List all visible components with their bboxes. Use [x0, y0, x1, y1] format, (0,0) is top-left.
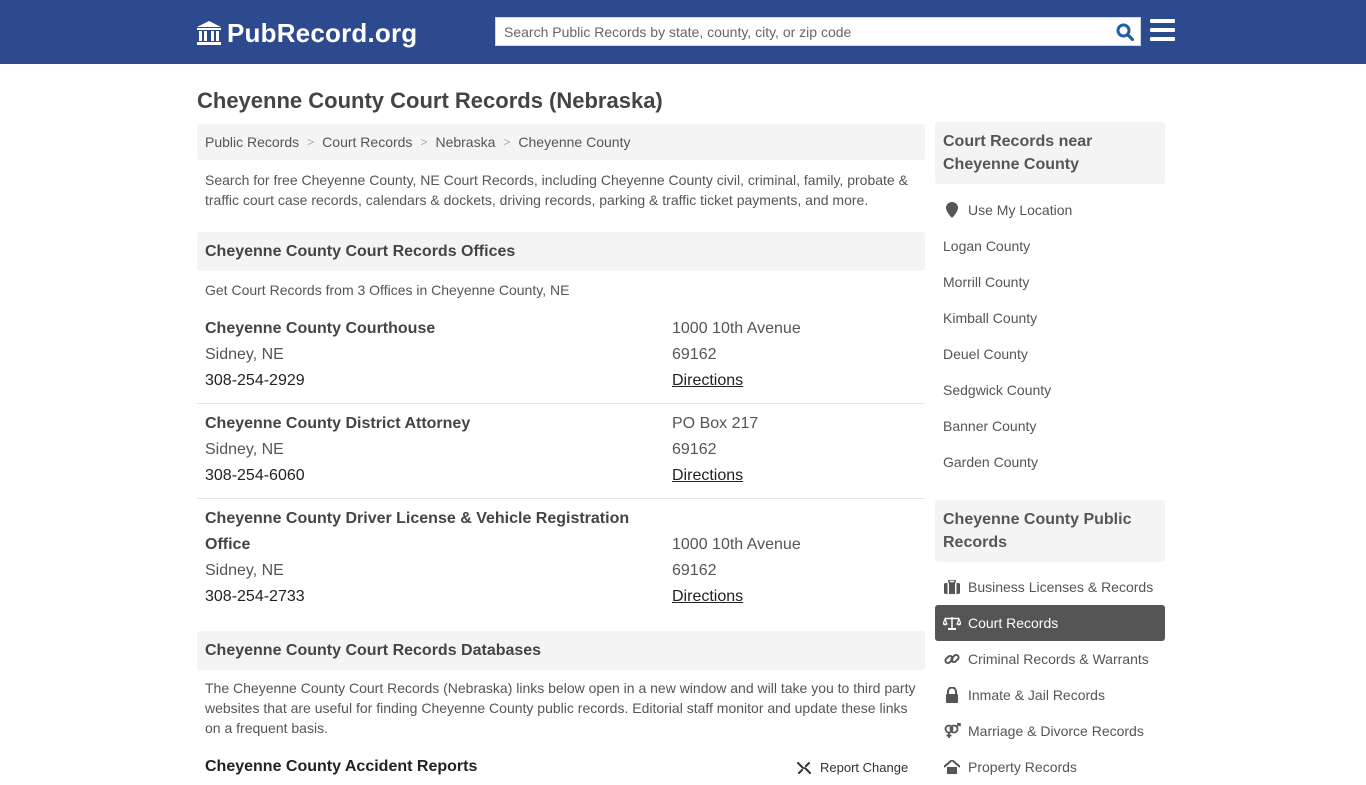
breadcrumb: Public Records > Court Records > Nebrask…: [197, 124, 925, 160]
breadcrumb-separator: >: [503, 135, 511, 149]
office-address: 1000 10th Avenue: [672, 536, 801, 553]
hamburger-menu-button[interactable]: [1150, 19, 1175, 43]
sidebar-item-label: Property Records: [968, 759, 1077, 775]
office-item: Cheyenne County District Attorney Sidney…: [197, 411, 925, 499]
breadcrumb-separator: >: [420, 135, 428, 149]
search-icon: [1116, 23, 1134, 41]
databases-section-heading: Cheyenne County Court Records Databases: [197, 631, 925, 670]
intro-text: Search for free Cheyenne County, NE Cour…: [205, 172, 908, 208]
sidebar-item-label: Inmate & Jail Records: [968, 687, 1105, 703]
sidebar-item-marriage-records[interactable]: Marriage & Divorce Records: [935, 713, 1165, 749]
sidebar-item-business-licenses[interactable]: Business Licenses & Records: [935, 569, 1165, 605]
use-my-location-link[interactable]: Use My Location: [935, 192, 1165, 228]
search-input[interactable]: [496, 18, 1110, 45]
hamburger-bar: [1150, 37, 1175, 41]
search-box: [495, 17, 1141, 46]
office-address-block: PO Box 217 69162 Directions: [672, 411, 758, 489]
site-logo[interactable]: PubRecord.org: [195, 17, 417, 49]
public-records-heading: Cheyenne County Public Records: [935, 500, 1165, 562]
office-item: Cheyenne County Courthouse Sidney, NE 30…: [197, 316, 925, 404]
lock-icon: [943, 686, 961, 704]
sidebar-item-label: Business Licenses & Records: [968, 579, 1154, 595]
office-name: Cheyenne County Courthouse: [205, 320, 436, 337]
nearby-county-link[interactable]: Sedgwick County: [935, 372, 1165, 408]
nearby-county-link[interactable]: Banner County: [935, 408, 1165, 444]
use-my-location-label: Use My Location: [968, 202, 1073, 218]
office-phone: 308-254-2733: [205, 588, 305, 605]
sidebar-item-label: Marriage & Divorce Records: [968, 723, 1144, 739]
office-zip: 69162: [672, 562, 717, 579]
top-navbar: PubRecord.org: [0, 0, 1366, 64]
offices-section-heading: Cheyenne County Court Records Offices: [197, 232, 925, 271]
office-details: Cheyenne County Courthouse Sidney, NE 30…: [205, 316, 655, 394]
sidebar-item-label: Criminal Records & Warrants: [968, 651, 1149, 667]
breadcrumb-court-records[interactable]: Court Records: [322, 134, 412, 150]
venus-mars-icon: [943, 722, 961, 740]
office-city: Sidney, NE: [205, 441, 284, 458]
hamburger-bar: [1150, 28, 1175, 32]
nearby-county-link[interactable]: Logan County: [935, 228, 1165, 264]
hamburger-menu-icon: [1150, 19, 1175, 23]
directions-link[interactable]: Directions: [672, 463, 758, 489]
nearby-county-link[interactable]: Deuel County: [935, 336, 1165, 372]
office-city: Sidney, NE: [205, 562, 284, 579]
sidebar-item-court-records[interactable]: Court Records: [935, 605, 1165, 641]
office-name: Cheyenne County Driver License & Vehicle…: [205, 510, 630, 553]
directions-link[interactable]: Directions: [672, 368, 801, 394]
page-title: Cheyenne County Court Records (Nebraska): [197, 88, 663, 113]
breadcrumb-public-records[interactable]: Public Records: [205, 134, 299, 150]
office-phone: 308-254-2929: [205, 372, 305, 389]
search-button[interactable]: [1110, 18, 1140, 45]
balance-scale-icon: [943, 614, 961, 632]
databases-description: The Cheyenne County Court Records (Nebra…: [205, 680, 916, 736]
office-address-block: 1000 10th Avenue 69162 Directions: [672, 316, 801, 394]
database-item-title[interactable]: Cheyenne County Accident Reports: [205, 758, 477, 776]
breadcrumb-cheyenne-county[interactable]: Cheyenne County: [518, 134, 630, 150]
office-name: Cheyenne County District Attorney: [205, 415, 471, 432]
office-zip: 69162: [672, 441, 717, 458]
sidebar-item-criminal-records[interactable]: Criminal Records & Warrants: [935, 641, 1165, 677]
nearby-county-link[interactable]: Morrill County: [935, 264, 1165, 300]
office-address: 1000 10th Avenue: [672, 320, 801, 337]
office-address: PO Box 217: [672, 415, 759, 432]
link-icon: [943, 650, 961, 668]
nearby-county-link[interactable]: Garden County: [935, 444, 1165, 480]
offices-subtitle: Get Court Records from 3 Offices in Chey…: [205, 282, 570, 298]
courthouse-icon: [197, 21, 221, 45]
home-icon: [943, 758, 961, 776]
office-zip: 69162: [672, 346, 717, 363]
sidebar-item-label: Court Records: [968, 615, 1059, 631]
office-details: Cheyenne County Driver License & Vehicle…: [205, 506, 645, 610]
sidebar-item-inmate-records[interactable]: Inmate & Jail Records: [935, 677, 1165, 713]
office-address-block: 1000 10th Avenue 69162 Directions: [672, 532, 801, 610]
nearby-heading: Court Records near Cheyenne County: [935, 122, 1165, 184]
breadcrumb-separator: >: [307, 135, 315, 149]
office-details: Cheyenne County District Attorney Sidney…: [205, 411, 655, 489]
office-city: Sidney, NE: [205, 346, 284, 363]
office-phone: 308-254-6060: [205, 467, 305, 484]
breadcrumb-nebraska[interactable]: Nebraska: [435, 134, 495, 150]
directions-link[interactable]: Directions: [672, 584, 801, 610]
briefcase-icon: [943, 578, 961, 596]
office-item: Cheyenne County Driver License & Vehicle…: [197, 506, 925, 616]
nearby-county-link[interactable]: Kimball County: [935, 300, 1165, 336]
sidebar-item-property-records[interactable]: Property Records: [935, 749, 1165, 785]
map-marker-icon: [943, 201, 961, 219]
logo-text: PubRecord.org: [227, 17, 418, 48]
